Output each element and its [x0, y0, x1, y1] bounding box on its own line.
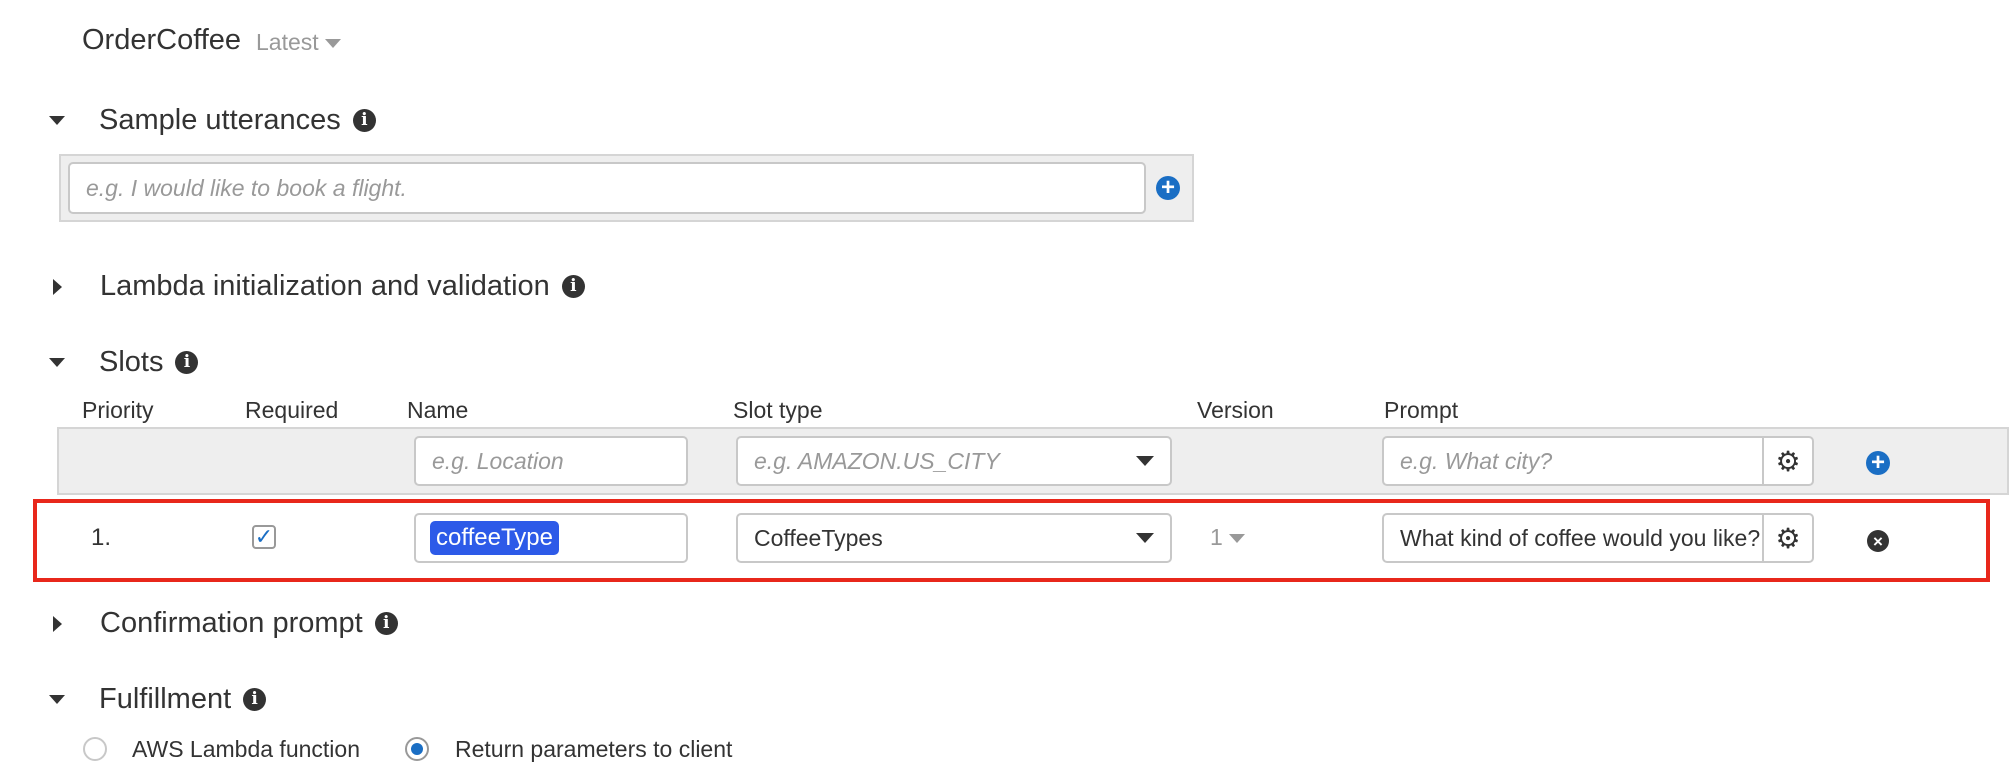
section-sample-utterances[interactable]: Sample utterances i — [49, 104, 376, 137]
column-header-required: Required — [245, 397, 339, 423]
section-confirmation-prompt[interactable]: Confirmation prompt i — [49, 607, 398, 640]
collapse-triangle-icon — [49, 358, 65, 367]
version-label: Latest — [256, 29, 319, 55]
slot-type-placeholder: e.g. AMAZON.US_CITY — [754, 447, 1000, 474]
collapse-triangle-icon — [49, 116, 65, 125]
section-title: Sample utterances — [99, 104, 341, 136]
utterance-input[interactable]: e.g. I would like to book a flight. — [68, 162, 1146, 214]
radio-label-aws-lambda: AWS Lambda function — [132, 736, 360, 762]
required-checkbox[interactable]: ✓ — [252, 524, 276, 549]
chevron-down-icon — [1136, 456, 1154, 466]
section-slots[interactable]: Slots i — [49, 346, 199, 379]
column-header-name: Name — [407, 397, 469, 423]
section-title: Lambda initialization and validation — [100, 270, 550, 302]
slot-name-placeholder: e.g. Location — [432, 447, 564, 474]
column-header-slot-type: Slot type — [733, 397, 823, 423]
x-circle-icon[interactable]: × — [1867, 530, 1889, 552]
slot-name-input[interactable]: coffeeType — [414, 513, 688, 563]
version-dropdown[interactable]: Latest — [256, 29, 341, 56]
info-icon[interactable]: i — [175, 351, 199, 374]
slot-prompt-value: What kind of coffee would you like? — [1400, 524, 1761, 551]
slot-prompt-input[interactable]: e.g. What city? — [1382, 436, 1764, 486]
expand-triangle-icon — [53, 615, 62, 632]
slot-version-dropdown[interactable]: 1 — [1210, 524, 1245, 551]
column-header-prompt: Prompt — [1384, 397, 1459, 423]
plus-circle-icon[interactable]: + — [1156, 176, 1180, 200]
chevron-down-icon — [1136, 533, 1154, 543]
section-title: Fulfillment — [99, 683, 232, 715]
info-icon[interactable]: i — [243, 688, 267, 711]
slot-type-select[interactable]: CoffeeTypes — [736, 513, 1172, 563]
column-header-priority: Priority — [82, 397, 154, 423]
intent-title: OrderCoffee — [82, 24, 242, 56]
gear-icon[interactable]: ⚙ — [1764, 513, 1814, 563]
section-lambda[interactable]: Lambda initialization and validation i — [49, 270, 585, 303]
info-icon[interactable]: i — [352, 109, 376, 132]
chevron-down-icon — [1228, 534, 1245, 544]
slot-type-value: CoffeeTypes — [754, 524, 883, 551]
expand-triangle-icon — [53, 278, 62, 295]
slot-type-select[interactable]: e.g. AMAZON.US_CITY — [736, 436, 1172, 486]
section-fulfillment[interactable]: Fulfillment i — [49, 683, 267, 716]
radio-aws-lambda[interactable] — [83, 737, 107, 761]
column-header-version: Version — [1197, 397, 1274, 423]
utterance-placeholder: e.g. I would like to book a flight. — [86, 174, 407, 201]
info-icon[interactable]: i — [374, 612, 398, 635]
slot-prompt-input[interactable]: What kind of coffee would you like? — [1382, 513, 1764, 563]
chevron-down-icon — [324, 39, 341, 49]
slot-name-input[interactable]: e.g. Location — [414, 436, 688, 486]
slot-prompt-placeholder: e.g. What city? — [1400, 447, 1553, 474]
slot-version-value: 1 — [1210, 524, 1223, 550]
radio-label-return-parameters: Return parameters to client — [455, 736, 733, 762]
slot-priority: 1. — [91, 524, 112, 551]
add-slot-button[interactable]: + — [1866, 451, 1890, 475]
checkmark-icon: ✓ — [254, 524, 274, 549]
section-title: Slots — [99, 346, 164, 378]
slot-name-token: coffeeType — [430, 521, 559, 555]
section-title: Confirmation prompt — [100, 607, 363, 639]
radio-return-parameters[interactable] — [405, 737, 429, 761]
gear-icon[interactable]: ⚙ — [1764, 436, 1814, 486]
collapse-triangle-icon — [49, 695, 65, 704]
info-icon[interactable]: i — [561, 275, 585, 298]
